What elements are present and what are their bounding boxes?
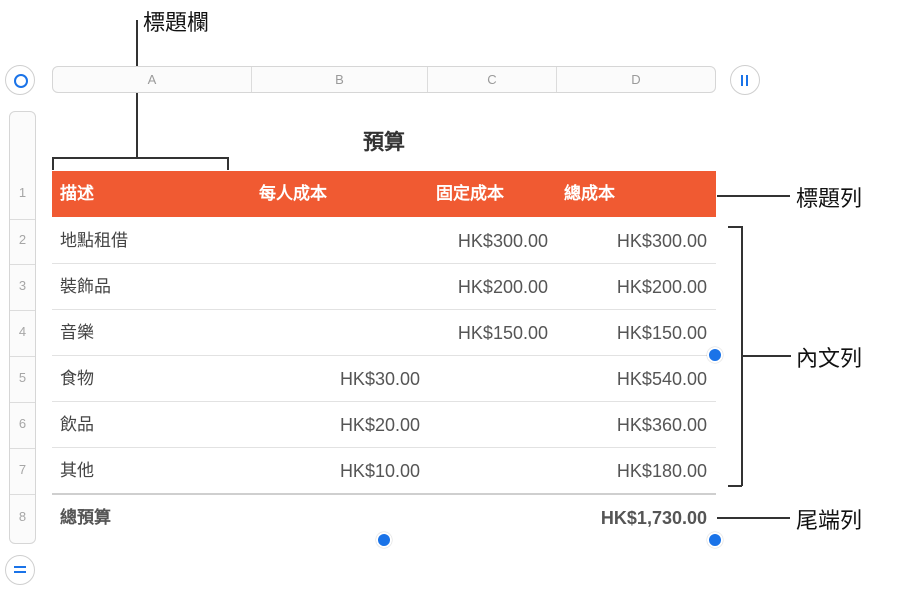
column-header-c[interactable]: C bbox=[428, 67, 556, 92]
callout-header-column-bracket-left bbox=[52, 157, 54, 170]
callout-header-column-label: 標題欄 bbox=[143, 11, 210, 36]
table-cell-fixed[interactable]: HK$150.00 bbox=[420, 310, 548, 356]
callout-header-column-bracket-right bbox=[227, 157, 229, 170]
table-cell-description[interactable]: 裝飾品 bbox=[60, 264, 111, 310]
callout-header-row-label: 標題列 bbox=[796, 187, 863, 212]
row-header-3[interactable]: 3 bbox=[10, 278, 35, 293]
row-resize-handle[interactable] bbox=[376, 532, 392, 548]
row-separator bbox=[10, 448, 35, 449]
callout-body-row-line bbox=[741, 355, 791, 357]
table-cell-per-person[interactable]: HK$20.00 bbox=[230, 402, 420, 448]
table-cell-per-person[interactable] bbox=[230, 310, 420, 356]
table-title[interactable]: 預算 bbox=[52, 126, 716, 156]
column-header-a[interactable]: A bbox=[53, 67, 251, 92]
row-header-5[interactable]: 5 bbox=[10, 370, 35, 385]
table-cell-per-person[interactable]: HK$10.00 bbox=[230, 448, 420, 494]
table-cell-total[interactable]: HK$180.00 bbox=[548, 448, 707, 494]
table-cell-per-person[interactable] bbox=[230, 218, 420, 264]
header-cell-per-person[interactable]: 每人成本 bbox=[259, 171, 327, 217]
header-cell-description[interactable]: 描述 bbox=[60, 171, 94, 217]
row-separator bbox=[10, 494, 35, 495]
row-header-2[interactable]: 2 bbox=[10, 232, 35, 247]
footer-cell-description[interactable]: 總預算 bbox=[60, 495, 111, 541]
column-header-bar: A B C D bbox=[52, 66, 716, 93]
table-cell-description[interactable]: 其他 bbox=[60, 448, 94, 494]
table-cell-fixed[interactable] bbox=[420, 402, 548, 448]
footer-cell-total[interactable]: HK$1,730.00 bbox=[548, 495, 707, 541]
column-pause-button[interactable] bbox=[730, 65, 760, 95]
row-separator bbox=[10, 219, 35, 220]
row-header-7[interactable]: 7 bbox=[10, 462, 35, 477]
table-cell-per-person[interactable]: HK$30.00 bbox=[230, 356, 420, 402]
row-separator bbox=[10, 402, 35, 403]
table-cell-total[interactable]: HK$150.00 bbox=[548, 310, 707, 356]
row-header-4[interactable]: 4 bbox=[10, 324, 35, 339]
column-header-b[interactable]: B bbox=[252, 67, 427, 92]
table-resize-handle[interactable] bbox=[707, 532, 723, 548]
table-header-row: 描述 每人成本 固定成本 總成本 bbox=[52, 171, 716, 217]
header-cell-fixed[interactable]: 固定成本 bbox=[436, 171, 504, 217]
table-cell-fixed[interactable]: HK$200.00 bbox=[420, 264, 548, 310]
table-cell-fixed[interactable]: HK$300.00 bbox=[420, 218, 548, 264]
row-header-6[interactable]: 6 bbox=[10, 416, 35, 431]
callout-header-column-bracket bbox=[52, 157, 228, 159]
table-cell-fixed[interactable] bbox=[420, 448, 548, 494]
row-add-button[interactable] bbox=[5, 555, 35, 585]
header-cell-total[interactable]: 總成本 bbox=[564, 171, 615, 217]
circle-select-icon bbox=[14, 74, 28, 88]
table-cell-fixed[interactable] bbox=[420, 356, 548, 402]
callout-footer-row-line bbox=[717, 517, 790, 519]
table-cell-total[interactable]: HK$360.00 bbox=[548, 402, 707, 448]
row-separator bbox=[10, 264, 35, 265]
select-table-button[interactable] bbox=[5, 65, 35, 95]
callout-body-bracket-bottom bbox=[728, 485, 742, 487]
table-cell-description[interactable]: 食物 bbox=[60, 356, 94, 402]
row-separator bbox=[10, 310, 35, 311]
table-cell-total[interactable]: HK$300.00 bbox=[548, 218, 707, 264]
column-resize-handle[interactable] bbox=[707, 347, 723, 363]
table-cell-description[interactable]: 音樂 bbox=[60, 310, 94, 356]
callout-footer-row-label: 尾端列 bbox=[796, 509, 863, 534]
equals-icon bbox=[14, 566, 26, 574]
table-cell-description[interactable]: 飲品 bbox=[60, 402, 94, 448]
column-header-d[interactable]: D bbox=[557, 67, 715, 92]
table-cell-total[interactable]: HK$540.00 bbox=[548, 356, 707, 402]
row-separator bbox=[10, 356, 35, 357]
row-header-1[interactable]: 1 bbox=[10, 185, 35, 200]
callout-header-row-line bbox=[717, 195, 790, 197]
pause-icon bbox=[741, 75, 749, 86]
table-cell-description[interactable]: 地點租借 bbox=[60, 218, 128, 264]
callout-body-bracket-top bbox=[728, 226, 742, 228]
row-header-8[interactable]: 8 bbox=[10, 509, 35, 524]
callout-body-row-label: 內文列 bbox=[796, 347, 863, 372]
table-cell-total[interactable]: HK$200.00 bbox=[548, 264, 707, 310]
row-header-bar: 1 2 3 4 5 6 7 8 bbox=[9, 111, 36, 544]
table-cell-per-person[interactable] bbox=[230, 264, 420, 310]
